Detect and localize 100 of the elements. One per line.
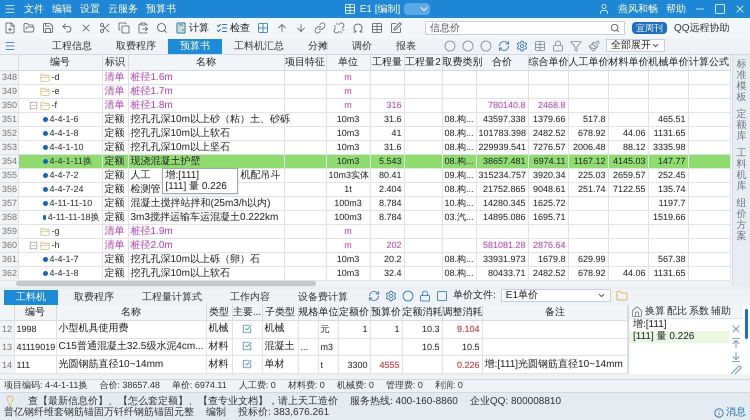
table-row[interactable]: 358 4-11-11-18换 定额 3m3搅拌运输车运混凝土0.222km 100m3 8.784 03.汽... 14895.086 1695.71 1519.66 <box>0 210 730 224</box>
weekly-button[interactable]: 宜周刊 <box>632 22 667 34</box>
horizontal-scrollbar[interactable] <box>0 281 732 286</box>
side-tab[interactable]: 工料机库 <box>736 148 746 192</box>
column-header[interactable]: 预算价 <box>371 307 401 318</box>
menu-item[interactable]: 云服务 <box>108 2 138 16</box>
horizontal-scrollbar[interactable] <box>0 374 750 379</box>
home-icon[interactable] <box>631 306 643 318</box>
brush-icon[interactable] <box>588 40 600 52</box>
document-icon[interactable] <box>344 3 356 15</box>
column-header[interactable]: 单位 <box>338 57 358 68</box>
menu-item[interactable]: 编辑 <box>52 2 72 16</box>
column-header[interactable]: 调整消耗 <box>442 307 482 318</box>
lock-icon[interactable] <box>552 40 564 52</box>
table-row[interactable]: 352 4-4-1-8 定额 挖孔孔深10m以上软石 10m3 41 08.构... 101783.398 2482.52 678.92 44.06 1131.65 <box>0 126 730 140</box>
table-row[interactable]: 357 4-11-11-10 定额 混凝土搅拌站拌和(25m3/h以内) 100m3 8.784 10.构... 14280.345 1625.72 1197.7 <box>0 196 730 210</box>
gear-icon[interactable] <box>516 40 528 52</box>
column-header[interactable]: 定额消耗 <box>402 307 442 318</box>
maximize-icon[interactable] <box>714 3 726 15</box>
messages-button[interactable]: 消息 <box>714 407 746 418</box>
table-row[interactable]: 351 4-4-1-6 定额 挖孔孔深10m以上砂（粘）土、砂砾 10m3 31.6 08.构... 43597.338 1379.66 517.8 465.51 <box>0 112 730 126</box>
column-header[interactable]: 计算公式 <box>689 57 729 68</box>
side-tab[interactable]: 定额库 <box>736 109 746 142</box>
toolbar-button[interactable]: 检查 <box>216 20 250 36</box>
tab[interactable]: 辅助 <box>711 304 731 319</box>
tab[interactable]: 取费程序 <box>62 290 126 305</box>
tab[interactable]: 工程量计算式 <box>130 290 214 305</box>
filter-icon[interactable] <box>570 40 582 52</box>
tab[interactable]: 工作内容 <box>218 290 282 305</box>
tab[interactable]: 报表 <box>384 39 428 54</box>
table-row[interactable]: 348 -d 清单 桩径1.6m m <box>0 70 730 84</box>
table-row[interactable]: 349 -e 清单 桩径1.7m m <box>0 84 730 98</box>
column-header[interactable]: 人工单价 <box>568 57 608 68</box>
edit-icon[interactable] <box>390 22 402 34</box>
remote-help-link[interactable]: QQ远程协助 <box>674 20 730 36</box>
help-menu[interactable]: 帮助 <box>666 2 686 16</box>
table-icon[interactable] <box>371 22 383 34</box>
table-row[interactable]: 359 -g 清单 桩径1.9m m <box>0 224 730 238</box>
delete-icon[interactable] <box>80 22 92 34</box>
column-header[interactable]: 规格 <box>298 307 318 318</box>
tab[interactable]: 工料机汇总 <box>222 39 296 54</box>
column-header[interactable]: 材料单价 <box>608 57 648 68</box>
table-row[interactable]: 360 -h 清单 桩径2.0m m 202 581081.28 2876.64 <box>0 238 730 252</box>
table-row[interactable]: 353 4-4-1-10 定额 挖孔孔深10m以上坚石 10m3 31.6 08.构... 229939.541 7276.57 2006.48 88.12 3335.98 <box>0 140 730 154</box>
column-header[interactable]: 编号 <box>50 57 70 68</box>
tab[interactable]: 系数 <box>689 304 709 319</box>
open-folder-icon[interactable] <box>23 22 35 34</box>
column-header[interactable]: 名称 <box>196 57 216 68</box>
tab[interactable]: 换算 <box>645 304 665 319</box>
paste-icon[interactable] <box>137 22 149 34</box>
tab[interactable]: 调价 <box>340 39 384 54</box>
price-file-select[interactable]: E1单价 <box>500 289 611 302</box>
checkbox[interactable] <box>242 324 252 334</box>
toolbar-button[interactable]: 计算 <box>175 20 209 36</box>
refresh-icon[interactable] <box>368 290 380 302</box>
column-header[interactable]: 单位 <box>318 307 338 318</box>
refresh-icon[interactable] <box>498 40 510 52</box>
column-header[interactable]: 工程量2 <box>405 57 441 68</box>
copy-icon[interactable] <box>118 22 130 34</box>
circle-icon[interactable] <box>444 40 456 52</box>
dropdown-button[interactable] <box>404 3 430 15</box>
cut-icon[interactable] <box>99 22 111 34</box>
tab[interactable]: 预算书 <box>168 39 222 54</box>
tab[interactable]: 工料机 <box>4 290 58 305</box>
new-file-icon[interactable] <box>4 22 16 34</box>
table-row[interactable]: 354 4-4-1-11换 定额 现浇混凝土护壁 10m3 5.543 08.构... 38657.481 6974.11 1167.12 4145.03 147.77 <box>0 154 730 168</box>
user-icon[interactable] <box>598 3 610 15</box>
tab[interactable]: 设备费计算 <box>286 290 360 305</box>
collapse-icon[interactable] <box>28 101 38 110</box>
symbol-icon[interactable] <box>352 22 364 34</box>
column-header[interactable]: 项目特征 <box>285 57 325 68</box>
column-header[interactable]: 类型 <box>209 307 229 318</box>
square-icon[interactable] <box>436 290 448 302</box>
move-down-icon[interactable] <box>295 22 307 34</box>
expand-select[interactable]: 全部展开 <box>606 39 665 52</box>
circle-icon[interactable] <box>402 290 414 302</box>
checkbox[interactable] <box>242 341 252 352</box>
column-header[interactable]: 机械单价 <box>648 57 688 68</box>
close-icon[interactable] <box>734 3 746 15</box>
circle-icon[interactable] <box>480 40 492 52</box>
undo-icon[interactable] <box>61 22 73 34</box>
search-icon[interactable] <box>610 23 620 33</box>
table-row[interactable]: 350 -f 清单 桩径1.8m m 316 780140.8 2468.8 <box>0 98 730 112</box>
column-header[interactable]: 综合单价 <box>528 57 568 68</box>
collapse-icon[interactable] <box>28 241 38 250</box>
circle-icon[interactable] <box>462 40 474 52</box>
table-icon[interactable] <box>534 40 546 52</box>
table-row[interactable]: 361 4-4-1-7 定额 挖孔孔深10m以上砾（卵）石 10m3 20.2 08.构... 33931.973 1679.8 629.99 567.38 <box>0 252 730 266</box>
column-header[interactable]: 主要... <box>232 307 262 318</box>
move-up-icon[interactable] <box>730 337 742 349</box>
tab[interactable]: 工程信息 <box>40 39 104 54</box>
link-icon[interactable] <box>314 22 326 34</box>
grid-icon[interactable] <box>257 22 269 34</box>
save-icon[interactable] <box>42 22 54 34</box>
adjust-line[interactable]: 增:[111] <box>629 319 729 331</box>
column-header[interactable]: 合价 <box>492 57 512 68</box>
menu-item[interactable]: 设置 <box>80 2 100 16</box>
tab[interactable]: 分摊 <box>296 39 340 54</box>
search-field[interactable]: 信息价 <box>425 21 625 35</box>
menu-item[interactable]: 预算书 <box>146 2 176 16</box>
